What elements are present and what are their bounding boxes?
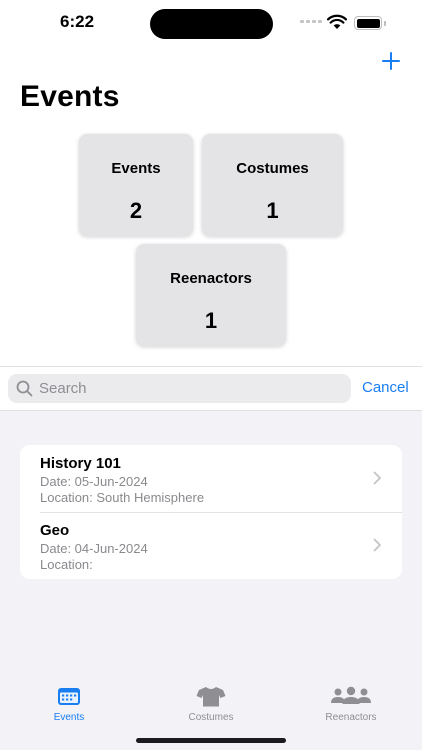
tab-label: Costumes (188, 712, 234, 723)
chevron-right-icon (373, 471, 381, 485)
tab-reenactors[interactable]: Reenactors (301, 686, 401, 726)
plus-icon (382, 52, 400, 70)
stat-card-reenactors[interactable]: Reenactors 1 (136, 244, 286, 346)
tab-label: Events (53, 712, 85, 723)
event-location: Location: South Hemisphere (40, 490, 205, 505)
page-title: Events (20, 80, 120, 113)
events-list: History 101 Date: 05-Jun-2024 Location: … (20, 445, 402, 579)
tshirt-icon (196, 687, 226, 707)
list-item[interactable]: History 101 Date: 05-Jun-2024 Location: … (20, 445, 402, 512)
stat-card-events[interactable]: Events 2 (79, 134, 193, 236)
search-field[interactable] (8, 374, 351, 403)
add-event-button[interactable] (378, 48, 404, 74)
event-date: Date: 05-Jun-2024 (40, 474, 148, 489)
event-location: Location: (40, 557, 93, 572)
divider (0, 366, 422, 367)
wifi-icon (326, 14, 348, 35)
search-icon (16, 380, 33, 397)
stat-label: Costumes (236, 160, 309, 177)
event-date: Date: 04-Jun-2024 (40, 541, 148, 556)
event-title: History 101 (40, 455, 121, 472)
status-bar: 6:22 (0, 0, 422, 48)
cancel-button[interactable]: Cancel (362, 379, 409, 396)
people-icon (331, 686, 371, 704)
home-indicator (136, 738, 286, 743)
dynamic-island (150, 9, 273, 39)
stat-value: 1 (266, 198, 279, 223)
chevron-right-icon (373, 538, 381, 552)
tab-costumes[interactable]: Costumes (161, 686, 261, 726)
list-item[interactable]: Geo Date: 04-Jun-2024 Location: (20, 512, 402, 579)
status-time: 6:22 (60, 12, 95, 31)
search-input[interactable] (39, 374, 339, 403)
tab-label: Reenactors (325, 712, 377, 723)
stat-value: 2 (129, 198, 143, 223)
stat-value: 1 (204, 308, 218, 333)
event-title: Geo (40, 522, 70, 539)
cellular-signal-icon (300, 20, 322, 23)
tab-events[interactable]: Events (19, 686, 119, 726)
stat-card-costumes[interactable]: Costumes 1 (202, 134, 343, 236)
stat-label: Events (111, 160, 161, 177)
battery-icon (354, 16, 382, 30)
stat-label: Reenactors (170, 270, 252, 287)
calendar-icon (58, 688, 80, 705)
